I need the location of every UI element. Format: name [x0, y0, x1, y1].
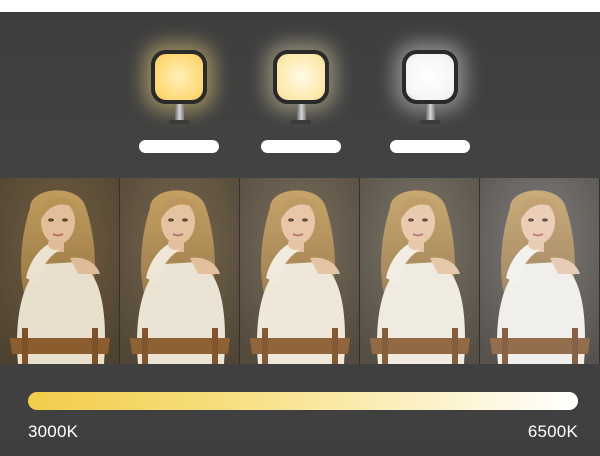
warm-light [139, 40, 219, 153]
light-label-bar [139, 140, 219, 153]
image-canvas: 3000K 6500K [0, 0, 600, 456]
portrait-photo [240, 178, 360, 364]
portrait-photo [120, 178, 240, 364]
portrait-photo [480, 178, 600, 364]
background-panel: 3000K 6500K [0, 12, 600, 456]
light-label-bar [390, 140, 470, 153]
light-clip [291, 120, 311, 124]
portrait-photo [0, 178, 120, 364]
light-panel-icon [151, 50, 207, 104]
light-label-bar [261, 140, 341, 153]
light-panel-icon [273, 50, 329, 104]
neutral-light [261, 40, 341, 153]
color-temperature-bar [28, 392, 578, 410]
max-temperature-label: 6500K [527, 422, 578, 441]
portrait-photo [360, 178, 480, 364]
cool-light [390, 40, 470, 153]
light-panel-icon [402, 50, 458, 104]
light-clip [169, 120, 189, 124]
light-clip [420, 120, 440, 124]
min-temperature-label: 3000K [28, 422, 79, 441]
portrait-strip [0, 178, 600, 364]
